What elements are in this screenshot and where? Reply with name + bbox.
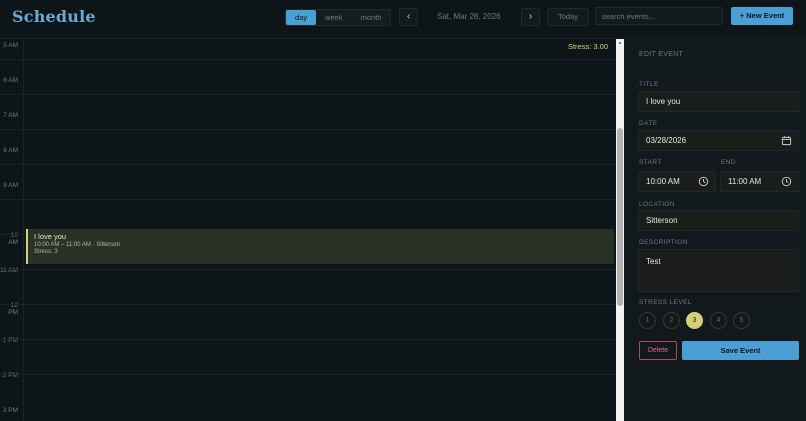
- save-event-button[interactable]: Save Event: [682, 341, 799, 360]
- view-switcher: day week month: [285, 9, 392, 26]
- app-title: Schedule: [12, 7, 96, 26]
- edit-event-panel: EDIT EVENT TITLE I love you DATE 03/28/2…: [624, 34, 806, 421]
- panel-heading: EDIT EVENT: [639, 51, 684, 58]
- clock-icon[interactable]: [781, 176, 792, 187]
- hour-row-6am[interactable]: 6 AM: [0, 59, 616, 94]
- stress-option-5[interactable]: 5: [733, 312, 750, 329]
- event-stress: Stress: 3: [34, 249, 58, 255]
- today-button[interactable]: Today: [547, 8, 589, 26]
- hour-row-9am[interactable]: 9 AM: [0, 164, 616, 199]
- next-day-button[interactable]: ›: [521, 8, 540, 26]
- scroll-up-arrow-icon[interactable]: ▲: [617, 40, 623, 46]
- description-label: DESCRIPTION: [639, 239, 688, 246]
- stress-summary: Stress: 3.00: [567, 42, 608, 51]
- hour-row-2pm[interactable]: 2 PM: [0, 339, 616, 379]
- date-label: DATE: [639, 120, 658, 127]
- hour-label: 6 AM: [3, 77, 18, 84]
- start-time-field[interactable]: 10:00 AM: [638, 171, 716, 192]
- new-event-button[interactable]: + New Event: [731, 7, 793, 25]
- start-label: START: [639, 159, 662, 166]
- view-month-button[interactable]: month: [352, 10, 391, 25]
- title-field[interactable]: I love you: [638, 91, 799, 112]
- date-value: 03/28/2026: [646, 136, 687, 145]
- view-week-button[interactable]: week: [316, 10, 352, 25]
- end-time-value: 11:00 AM: [728, 177, 762, 186]
- hour-label: 5 AM: [3, 42, 18, 49]
- hour-row-3pm[interactable]: 3 PM: [0, 374, 616, 414]
- stress-option-2[interactable]: 2: [663, 312, 680, 329]
- hour-row-8am[interactable]: 8 AM: [0, 129, 616, 164]
- start-time-value: 10:00 AM: [646, 177, 680, 186]
- hour-row-12pm[interactable]: 12 PM: [0, 269, 616, 316]
- hour-row-5am[interactable]: 5 AM: [0, 39, 616, 59]
- top-bar: Schedule day week month ‹ Sat, Mar 28, 2…: [0, 0, 806, 34]
- hour-label: 8 AM: [3, 147, 18, 154]
- hour-label: 9 AM: [3, 182, 18, 189]
- event-title: I love you: [34, 232, 67, 241]
- event-block[interactable]: I love you 10:00 AM – 11:00 AM · Sitters…: [26, 229, 614, 264]
- current-date-label: Sat, Mar 28, 2026: [437, 12, 501, 21]
- day-calendar-grid[interactable]: 5 AM 6 AM 7 AM 8 AM 9 AM 10 AM 11 AM 12 …: [0, 39, 616, 421]
- hour-row-7am[interactable]: 7 AM: [0, 94, 616, 129]
- location-label: LOCATION: [639, 201, 675, 208]
- view-day-button[interactable]: day: [286, 10, 317, 25]
- event-time-location: 10:00 AM – 11:00 AM · Sitterson: [34, 242, 120, 248]
- delete-button[interactable]: Delete: [639, 341, 677, 360]
- calendar-scroll-thumb[interactable]: [617, 128, 623, 306]
- prev-day-button[interactable]: ‹: [399, 8, 418, 26]
- hour-label: 7 AM: [3, 112, 18, 119]
- stress-level-label: STRESS LEVEL: [639, 299, 692, 306]
- calendar-icon[interactable]: [781, 135, 792, 146]
- stress-option-1[interactable]: 1: [639, 312, 656, 329]
- date-field[interactable]: 03/28/2026: [638, 130, 799, 151]
- clock-icon[interactable]: [698, 176, 709, 187]
- search-input[interactable]: [595, 7, 723, 25]
- stress-option-4[interactable]: 4: [710, 312, 727, 329]
- hour-label: 3 PM: [2, 407, 18, 414]
- hour-row-1pm[interactable]: 1 PM: [0, 304, 616, 344]
- end-label: END: [721, 159, 736, 166]
- end-time-field[interactable]: 11:00 AM: [720, 171, 799, 192]
- location-field[interactable]: Sitterson: [638, 210, 799, 231]
- title-label: TITLE: [639, 81, 659, 88]
- description-field[interactable]: Test: [638, 249, 799, 292]
- stress-option-3[interactable]: 3: [686, 312, 703, 329]
